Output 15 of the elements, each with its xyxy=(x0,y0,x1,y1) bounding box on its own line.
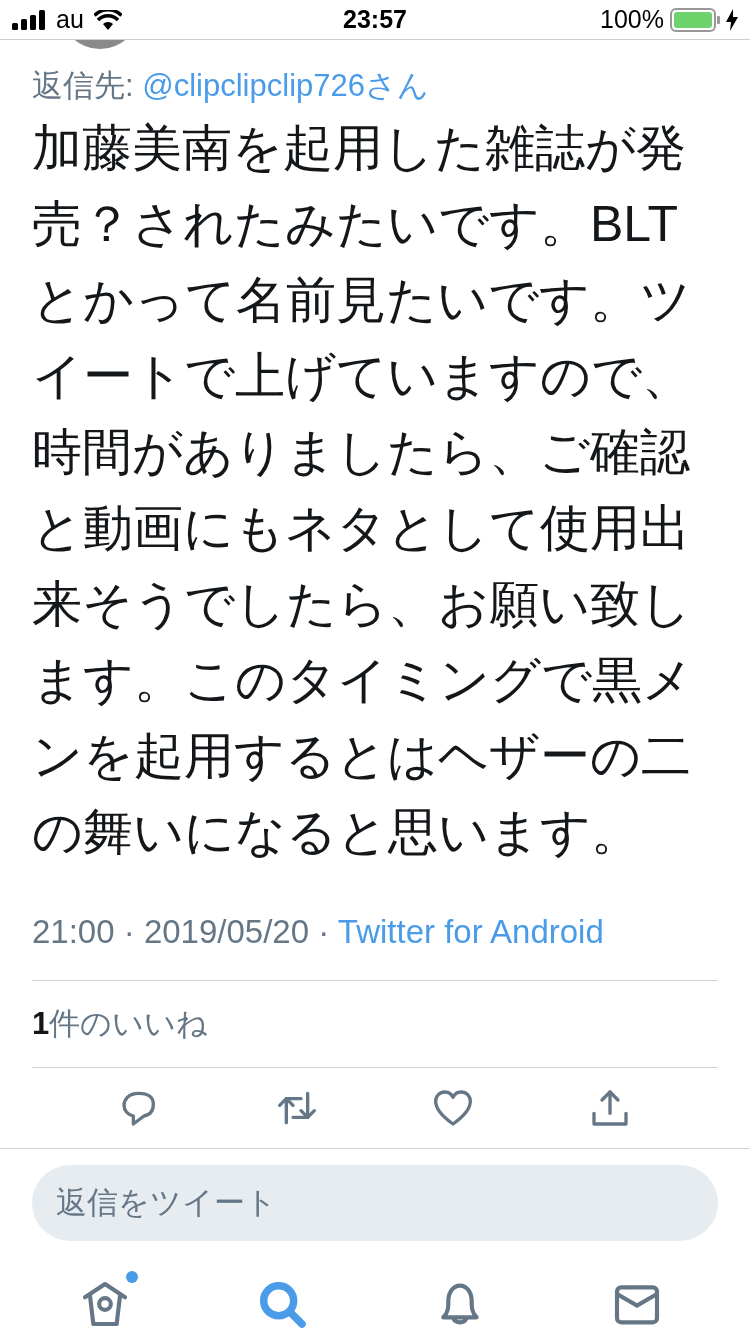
reply-field[interactable]: 返信をツイート xyxy=(32,1165,718,1241)
user-link[interactable]: @clipclipclip726さん xyxy=(142,68,429,103)
share-icon[interactable] xyxy=(589,1088,630,1128)
tweet-text: 加藤美南を起用した雑誌が発売？されたみたいです。BLTとかって名前見たいです。ツイートで上げていますので、時間がありましたら、ご確認と動画にもネタとして使用出来そうでしたら、お願い致します。このタイミングで黒メンを起用するとはヘザーの二の舞いになると思います。 xyxy=(32,119,694,862)
battery-percent: 100% xyxy=(600,5,664,34)
reply-to-label: 返信先: xyxy=(32,68,134,103)
likes-count[interactable]: 1件のいいね xyxy=(32,1003,209,1045)
source-link[interactable]: Twitter for Android xyxy=(337,913,604,950)
signal-icon xyxy=(12,9,46,30)
timestamp: 21:00 · 2019/05/20 · xyxy=(32,913,330,950)
battery-icon xyxy=(670,7,720,32)
clock-time: 23:57 xyxy=(343,5,407,34)
carrier-name: au xyxy=(56,5,84,34)
wifi-icon xyxy=(93,9,122,30)
heart-icon[interactable] xyxy=(433,1088,474,1128)
